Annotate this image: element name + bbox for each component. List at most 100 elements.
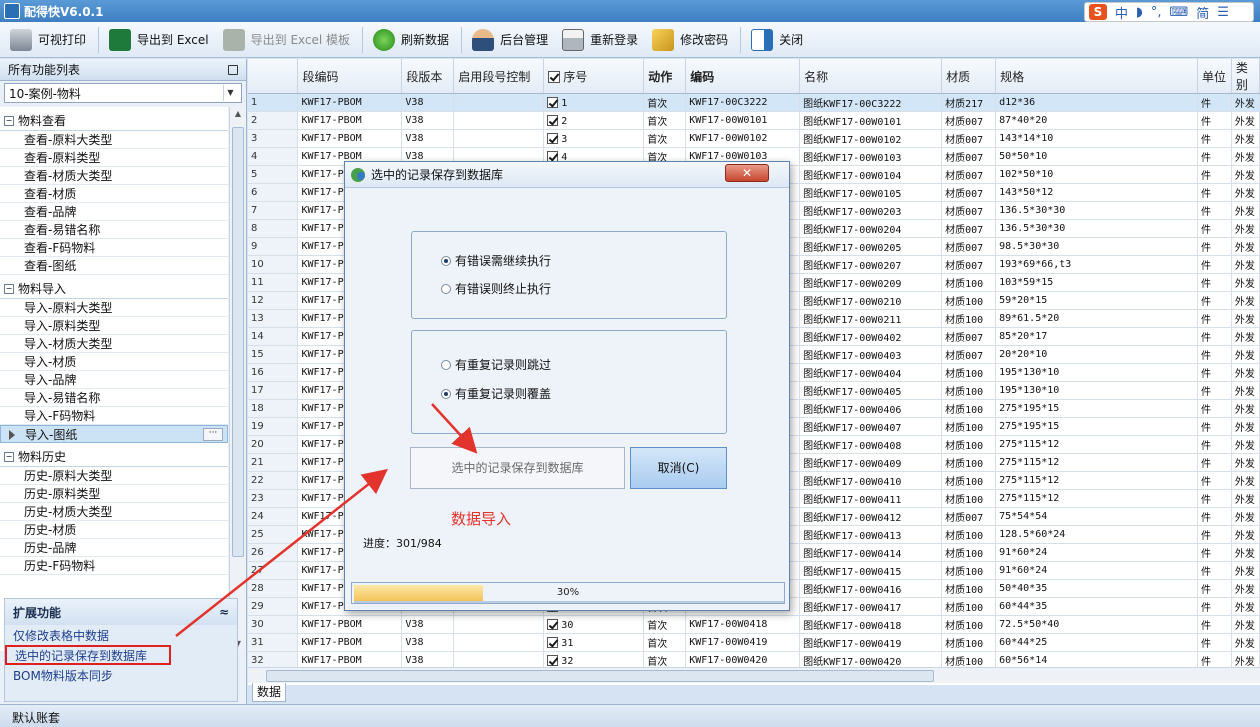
table-cell[interactable] — [453, 129, 545, 148]
table-cell[interactable]: 首次 — [643, 615, 687, 634]
table-cell[interactable]: 件 — [1197, 489, 1232, 508]
table-cell[interactable]: KWF17-00C3222 — [685, 93, 801, 112]
radio-overwrite-duplicates[interactable]: 有重复记录则覆盖 — [441, 385, 551, 402]
row-number-cell[interactable]: 28 — [248, 579, 299, 598]
table-cell[interactable]: 3 — [543, 129, 645, 148]
table-cell[interactable]: 材质007 — [941, 237, 997, 256]
table-cell[interactable]: 50*50*10 — [995, 147, 1198, 166]
row-number-cell[interactable]: 29 — [248, 597, 299, 616]
row-number-cell[interactable]: 18 — [248, 399, 299, 418]
table-cell[interactable]: 图纸KWF17-00W0412 — [799, 507, 943, 526]
table-cell[interactable]: 首次 — [643, 111, 687, 130]
table-cell[interactable]: 143*14*10 — [995, 129, 1198, 148]
table-cell[interactable]: 件 — [1197, 111, 1232, 130]
table-cell[interactable]: 材质100 — [941, 363, 997, 382]
table-cell[interactable]: 材质100 — [941, 399, 997, 418]
table-cell[interactable]: 图纸KWF17-00W0103 — [799, 147, 943, 166]
table-cell[interactable]: 图纸KWF17-00W0408 — [799, 435, 943, 454]
table-cell[interactable]: 60*44*25 — [995, 633, 1198, 652]
row-number-cell[interactable]: 15 — [248, 345, 299, 364]
pin-icon[interactable] — [228, 64, 238, 75]
table-cell[interactable]: 材质007 — [941, 219, 997, 238]
table-cell[interactable]: 件 — [1197, 345, 1232, 364]
table-cell[interactable]: 件 — [1197, 237, 1232, 256]
table-cell[interactable]: 50*40*35 — [995, 579, 1198, 598]
row-number-cell[interactable]: 4 — [248, 147, 299, 166]
table-cell[interactable]: 图纸KWF17-00W0104 — [799, 165, 943, 184]
table-cell[interactable]: 外发 — [1231, 615, 1260, 634]
dialog-close-button[interactable]: ✕ — [725, 164, 769, 182]
radio-checked-icon[interactable] — [441, 388, 451, 399]
table-cell[interactable]: 件 — [1197, 579, 1232, 598]
tab-data[interactable]: 数据 — [252, 683, 286, 702]
export-template-button[interactable]: 导出到 Excel 模板 — [217, 25, 356, 55]
table-cell[interactable]: KWF17-PBOM — [297, 633, 403, 652]
table-cell[interactable]: 图纸KWF17-00W0415 — [799, 561, 943, 580]
table-cell[interactable]: 件 — [1197, 381, 1232, 400]
sogou-icon[interactable]: S — [1089, 4, 1107, 20]
col-header-spec[interactable]: 规格 — [995, 59, 1198, 94]
table-cell[interactable]: 件 — [1197, 543, 1232, 562]
table-cell[interactable]: 图纸KWF17-00W0207 — [799, 255, 943, 274]
tree-item[interactable]: 查看-F码物料 — [0, 239, 228, 257]
radio-unchecked-icon[interactable] — [441, 359, 451, 370]
table-cell[interactable]: 图纸KWF17-00W0402 — [799, 327, 943, 346]
table-cell[interactable]: 图纸KWF17-00W0105 — [799, 183, 943, 202]
row-number-cell[interactable]: 27 — [248, 561, 299, 580]
row-number-cell[interactable]: 6 — [248, 183, 299, 202]
table-cell[interactable]: 外发 — [1231, 579, 1260, 598]
table-cell[interactable]: 图纸KWF17-00W0410 — [799, 471, 943, 490]
collapse-icon[interactable]: − — [4, 451, 14, 462]
tree-group[interactable]: − 物料查看 — [0, 111, 228, 131]
tree-group[interactable]: − 物料历史 — [0, 447, 228, 467]
table-cell[interactable]: V38 — [401, 93, 455, 112]
table-cell[interactable]: 图纸KWF17-00W0211 — [799, 309, 943, 328]
table-cell[interactable]: 材质100 — [941, 273, 997, 292]
row-number-cell[interactable]: 20 — [248, 435, 299, 454]
table-cell[interactable]: 件 — [1197, 597, 1232, 616]
ime-chinese-mode[interactable]: 中 — [1115, 3, 1128, 22]
table-cell[interactable]: V38 — [401, 111, 455, 130]
table-row[interactable]: 2 KWF17-PBOM V38 2 首次 KWF17-00W0101 图纸KWF17-00… — [248, 111, 1260, 130]
case-select[interactable]: 10-案例-物料 ▼ — [4, 83, 242, 103]
table-cell[interactable]: 外发 — [1231, 435, 1260, 454]
table-row[interactable]: 1 KWF17-PBOM V38 1 首次 KWF17-00C3222 图纸KWF17-00… — [248, 93, 1260, 112]
radio-unchecked-icon[interactable] — [441, 283, 451, 294]
table-cell[interactable]: 外发 — [1231, 525, 1260, 544]
table-cell[interactable]: 件 — [1197, 93, 1232, 112]
table-cell[interactable]: 材质007 — [941, 201, 997, 220]
table-cell[interactable]: 1 — [543, 93, 645, 112]
table-cell[interactable]: 件 — [1197, 453, 1232, 472]
table-cell[interactable]: KWF17-PBOM — [297, 111, 403, 130]
row-number-cell[interactable]: 16 — [248, 363, 299, 382]
collapse-icon[interactable]: − — [4, 115, 14, 126]
ext-link-save-selected[interactable]: 选中的记录保存到数据库 — [5, 645, 171, 665]
table-cell[interactable]: 图纸KWF17-00W0417 — [799, 597, 943, 616]
table-cell[interactable]: 图纸KWF17-00W0101 — [799, 111, 943, 130]
table-cell[interactable]: KWF17-00W0419 — [685, 633, 801, 652]
table-cell[interactable]: 材质100 — [941, 381, 997, 400]
tree-item[interactable]: 历史-原料类型 — [0, 485, 228, 503]
table-cell[interactable]: 31 — [543, 633, 645, 652]
table-cell[interactable]: 外发 — [1231, 255, 1260, 274]
chevron-down-icon[interactable]: ▼ — [223, 85, 237, 101]
table-cell[interactable]: 件 — [1197, 363, 1232, 382]
table-cell[interactable]: 件 — [1197, 615, 1232, 634]
table-cell[interactable]: KWF17-PBOM — [297, 615, 403, 634]
table-cell[interactable]: 图纸KWF17-00W0406 — [799, 399, 943, 418]
table-cell[interactable]: 材质100 — [941, 471, 997, 490]
ellipsis-button[interactable]: ··· — [203, 428, 223, 441]
table-cell[interactable]: 件 — [1197, 561, 1232, 580]
table-cell[interactable]: 275*115*12 — [995, 489, 1198, 508]
table-cell[interactable]: 外发 — [1231, 309, 1260, 328]
close-button[interactable]: 关闭 — [745, 25, 809, 55]
col-header-enable-seg[interactable]: 启用段号控制 — [453, 59, 545, 94]
table-cell[interactable] — [453, 633, 545, 652]
tree-item[interactable]: 历史-材质大类型 — [0, 503, 228, 521]
table-cell[interactable]: 材质100 — [941, 543, 997, 562]
table-cell[interactable]: 图纸KWF17-00W0416 — [799, 579, 943, 598]
row-number-cell[interactable]: 11 — [248, 273, 299, 292]
table-cell[interactable]: 136.5*30*30 — [995, 219, 1198, 238]
col-header-seg-version[interactable]: 段版本 — [401, 59, 455, 94]
table-cell[interactable]: 外发 — [1231, 363, 1260, 382]
